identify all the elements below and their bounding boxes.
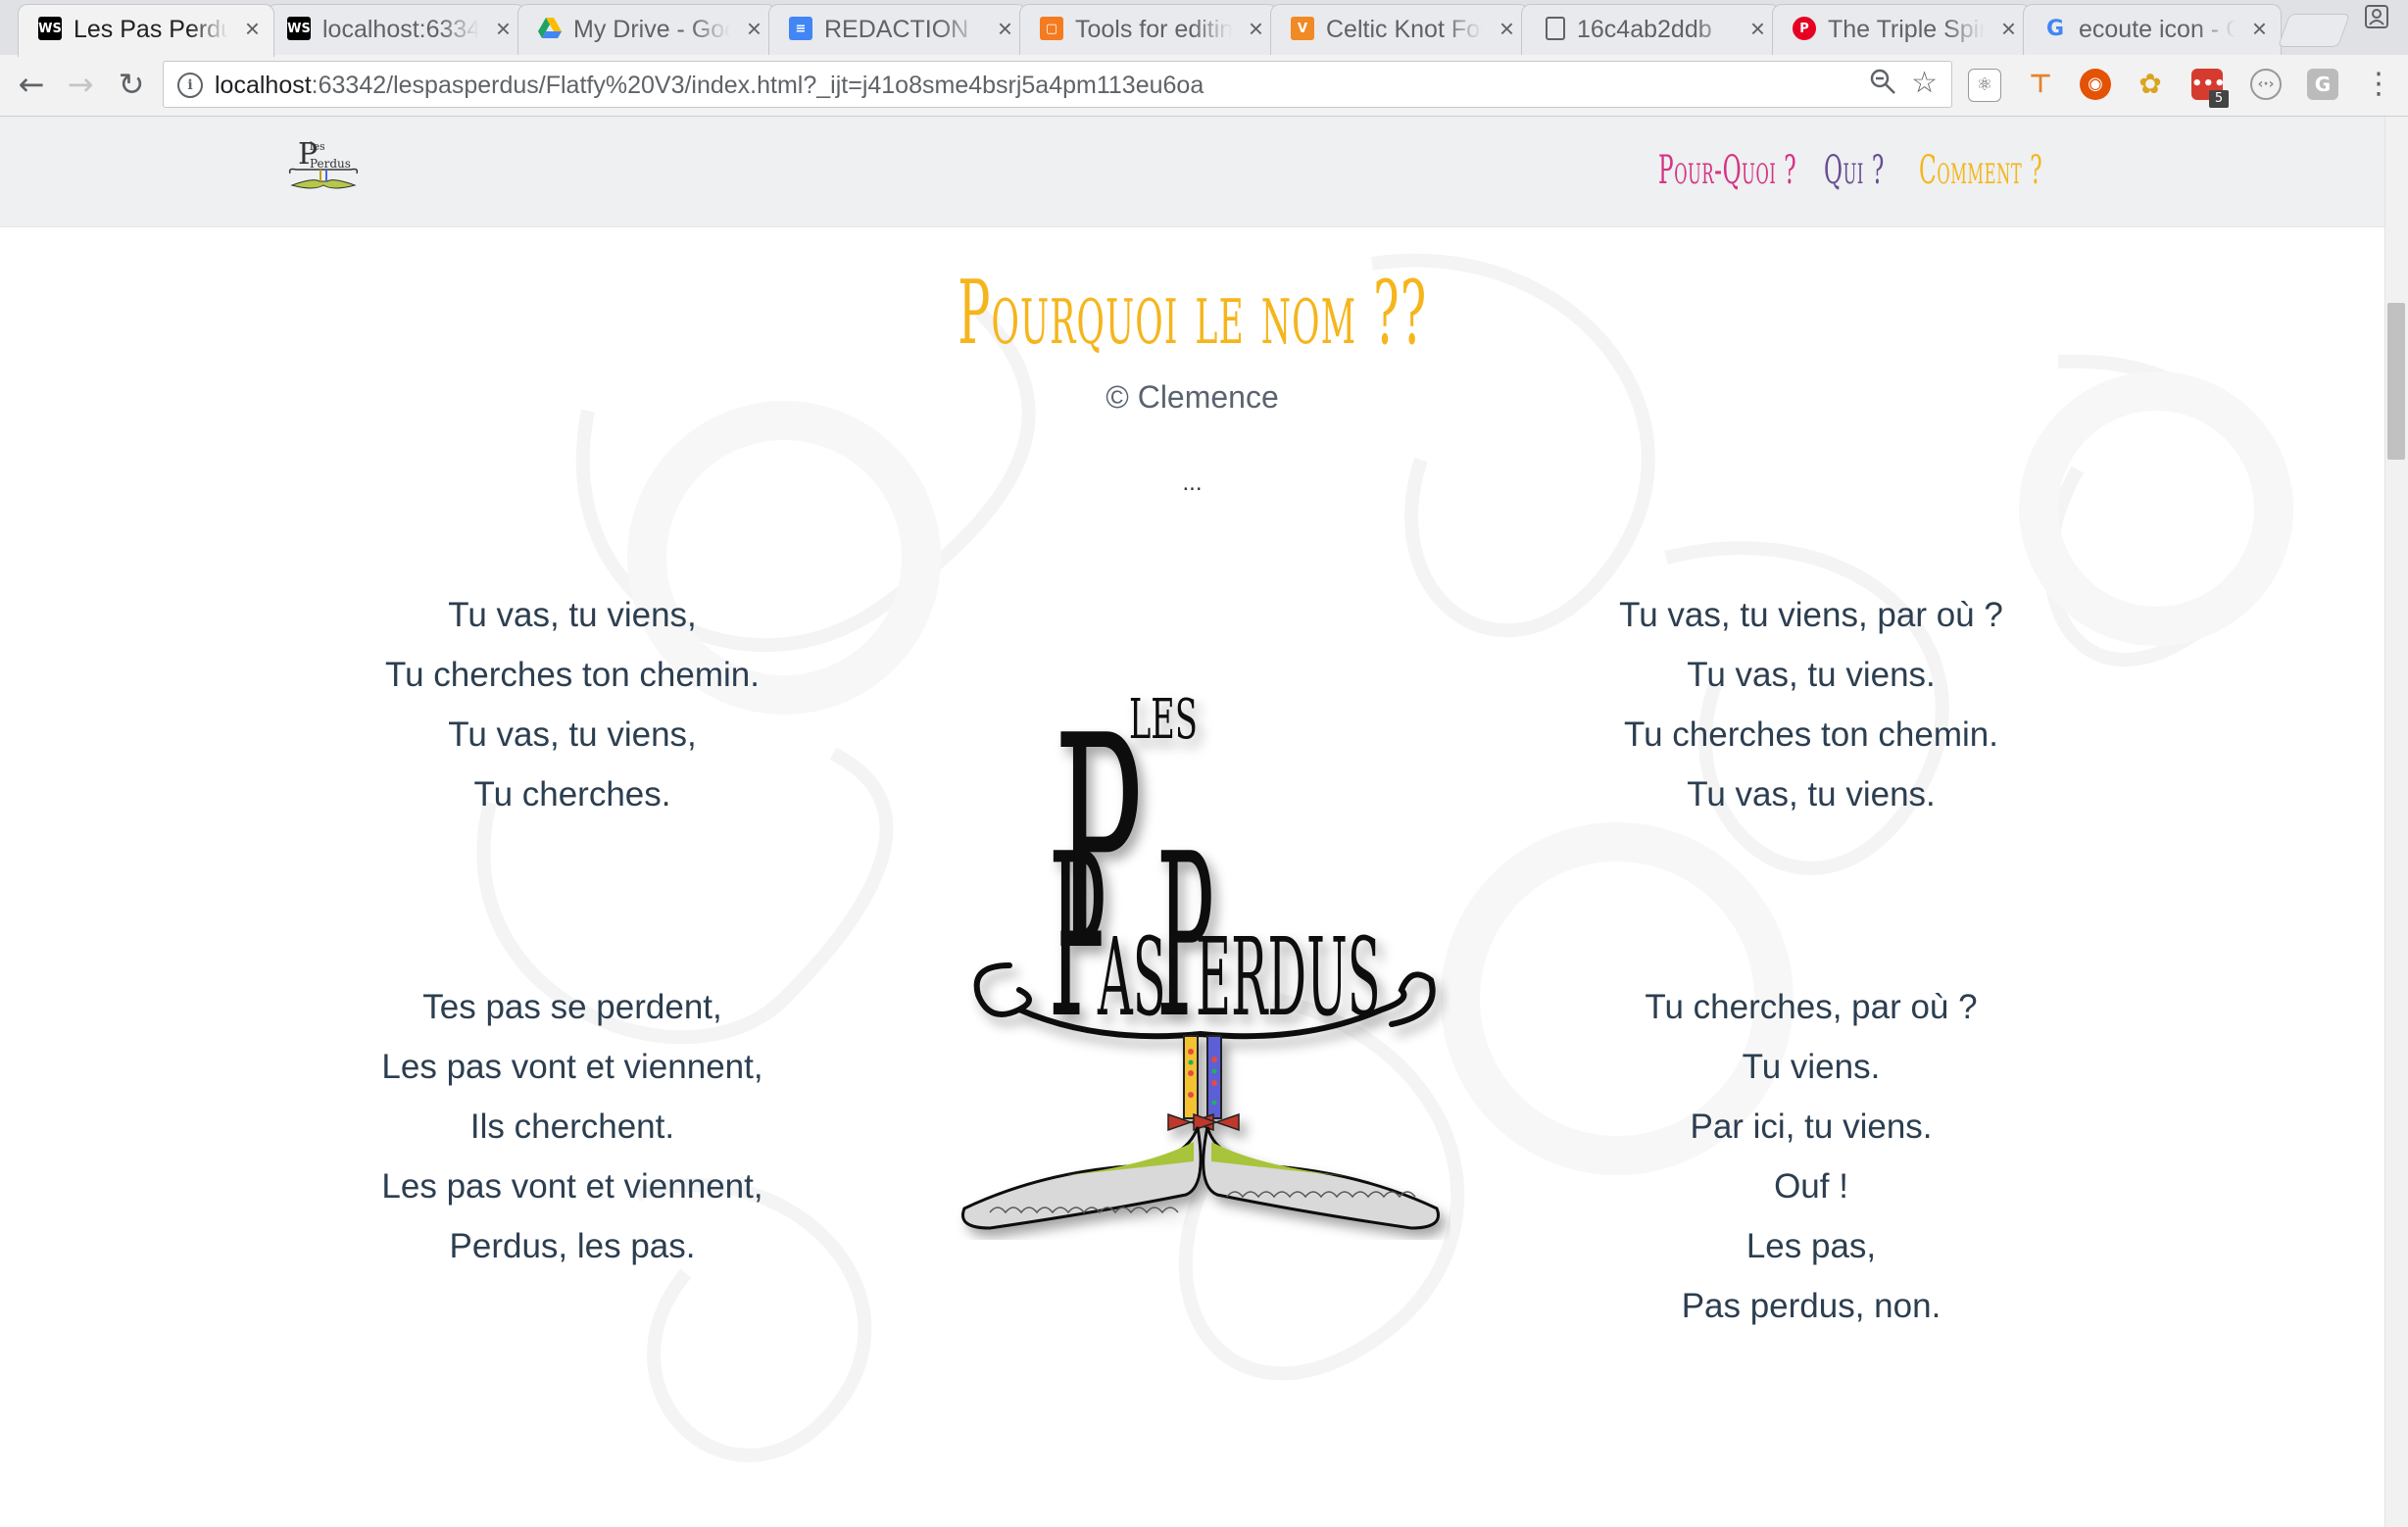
page-title: Pourquoi le nom ?? <box>0 262 2384 365</box>
webstorm-favicon-icon: WS <box>287 17 311 40</box>
site-info-icon[interactable]: i <box>177 73 203 98</box>
code-extension-icon[interactable]: ‹·› <box>2250 69 2282 100</box>
bookmark-star-icon[interactable]: ☆ <box>1911 66 1938 100</box>
v-favicon-icon: V <box>1291 17 1314 40</box>
ruler-extension-icon[interactable]: ⊤ <box>2025 69 2056 100</box>
poem-line: Tu viens. <box>1742 1048 1881 1086</box>
g-extension-icon[interactable]: G <box>2307 69 2338 100</box>
poem-line: Les pas vont et viennent, <box>381 1048 763 1086</box>
pinterest-icon: P <box>1793 17 1816 40</box>
tab-title: ecoute icon - Google <box>2079 16 2236 43</box>
forward-icon[interactable]: → <box>59 63 102 106</box>
tab-celtic-knot[interactable]: V Celtic Knot Font × <box>1270 4 1529 55</box>
close-tab-icon[interactable]: × <box>747 15 762 42</box>
poem-line: Les pas vont et viennent, <box>381 1167 763 1206</box>
tab-ecoute-icon[interactable]: G ecoute icon - Google × <box>2023 4 2282 55</box>
google-drive-icon <box>538 17 562 40</box>
poem-line: Tu vas, tu viens. <box>1687 775 1936 813</box>
svg-text:AS: AS <box>1097 915 1165 1041</box>
tab-tools-for-editing[interactable]: ▢ Tools for editing × <box>1019 4 1278 55</box>
tab-title: Les Pas Perdus <box>74 16 228 43</box>
ubuntu-extension-icon[interactable]: ◉ <box>2080 69 2111 100</box>
poem-line: Tu vas, tu viens, <box>448 596 697 634</box>
flower-extension-icon[interactable]: ✿ <box>2135 69 2166 100</box>
url-path: :63342/lespasperdus/Flatfy%20V3/index.ht… <box>311 72 1204 99</box>
svg-text:LES: LES <box>1129 687 1198 751</box>
nav-link-pour-quoi[interactable]: Pour-Quoi ? <box>1658 148 1796 193</box>
webstorm-favicon-icon: WS <box>38 17 62 40</box>
close-tab-icon[interactable]: × <box>1499 15 1514 42</box>
poem-stanza-right-bottom: Tu cherches, par où ? Tu viens. Par ici,… <box>1468 977 2154 1336</box>
poem-line: Tu cherches, par où ? <box>1645 988 1978 1026</box>
browser-tabstrip: WS Les Pas Perdus × WS localhost:63342 ×… <box>0 0 2408 57</box>
browser-menu-icon[interactable]: ⋮ <box>2364 67 2393 102</box>
poem-line: Tu vas, tu viens. <box>1687 656 1936 694</box>
poem-stanza-left-bottom: Tes pas se perdent, Les pas vont et vien… <box>229 977 915 1276</box>
svg-text:Perdus: Perdus <box>310 157 351 171</box>
poem-line: Perdus, les pas. <box>449 1227 696 1265</box>
browser-toolbar: ← → ↻ i localhost:63342/lespasperdus/Fla… <box>0 55 2408 117</box>
address-bar[interactable]: i localhost:63342/lespasperdus/Flatfy%20… <box>163 61 1952 108</box>
close-tab-icon[interactable]: × <box>496 15 511 42</box>
nav-link-qui[interactable]: Qui ? <box>1824 148 1885 193</box>
tab-localhost[interactable]: WS localhost:63342 × <box>267 4 525 55</box>
new-tab-button[interactable] <box>2277 14 2351 47</box>
site-navbar: P les Perdus Pour-Quoi ? Qui ? Comment ? <box>0 117 2384 227</box>
react-devtools-icon[interactable]: ⚛ <box>1968 69 2001 102</box>
credit-text: © Clemence <box>1106 379 1279 415</box>
poem-stanza-left-top: Tu vas, tu viens, Tu cherches ton chemin… <box>229 585 915 824</box>
site-logo[interactable]: P les Perdus <box>284 121 363 199</box>
google-docs-icon: ≡ <box>789 17 812 40</box>
poem-line: Tu cherches ton chemin. <box>1624 715 1998 754</box>
tab-title: localhost:63342 <box>322 16 479 43</box>
tab-redaction[interactable]: ≡ REDACTION × <box>768 4 1027 55</box>
poem-line: Tu vas, tu viens, <box>448 715 697 754</box>
poem-line: Tu cherches. <box>473 775 671 813</box>
back-icon[interactable]: ← <box>10 63 53 106</box>
tab-title: My Drive - Google Drive <box>573 16 730 43</box>
tab-triple-spiral[interactable]: P The Triple Spiral × <box>1772 4 2031 55</box>
poem-line: Tu vas, tu viens, par où ? <box>1619 596 2003 634</box>
tab-title: The Triple Spiral <box>1828 16 1985 43</box>
poem-line: Ouf ! <box>1774 1167 1848 1206</box>
les-pas-perdus-logo: P LES P AS P ERDUS <box>961 672 1440 1230</box>
url-host: localhost <box>215 72 312 99</box>
tab-my-drive[interactable]: My Drive - Google Drive × <box>517 4 776 55</box>
profile-icon[interactable] <box>2362 4 2391 33</box>
close-tab-icon[interactable]: × <box>2252 15 2267 42</box>
url-text[interactable]: localhost:63342/lespasperdus/Flatfy%20V3… <box>215 72 1204 100</box>
tab-les-pas-perdus[interactable]: WS Les Pas Perdus × <box>18 4 274 57</box>
close-tab-icon[interactable]: × <box>2001 15 2016 42</box>
tab-title: 16c4ab2ddb <box>1577 16 1712 43</box>
poem-line: Les pas, <box>1745 1227 1877 1265</box>
poem-line: Tes pas se perdent, <box>422 988 722 1026</box>
reload-icon[interactable]: ↻ <box>110 63 153 106</box>
scrollbar-thumb[interactable] <box>2387 303 2405 460</box>
poem-line: Par ici, tu viens. <box>1690 1108 1933 1146</box>
tools-favicon-icon: ▢ <box>1040 17 1063 40</box>
close-tab-icon[interactable]: × <box>245 15 260 42</box>
tab-file[interactable]: 16c4ab2ddb × <box>1521 4 1780 55</box>
tab-title: Tools for editing <box>1075 16 1232 43</box>
poem-line: Tu cherches ton chemin. <box>385 656 760 694</box>
ellipsis-text: ... <box>1182 469 1203 496</box>
page-title-text: Pourquoi le nom ?? <box>957 262 1428 365</box>
close-tab-icon[interactable]: × <box>1750 15 1765 42</box>
tab-title: Celtic Knot Font <box>1326 16 1483 43</box>
poem-stanza-right-top: Tu vas, tu viens, par où ? Tu vas, tu vi… <box>1468 585 2154 824</box>
tab-title: REDACTION <box>824 16 969 43</box>
google-icon: G <box>2045 16 2065 41</box>
svg-text:les: les <box>310 140 325 153</box>
nav-link-comment[interactable]: Comment ? <box>1919 148 2042 193</box>
close-tab-icon[interactable]: × <box>998 15 1012 42</box>
close-tab-icon[interactable]: × <box>1249 15 1263 42</box>
page-viewport: P les Perdus Pour-Quoi ? Qui ? Comment ?… <box>0 117 2384 1527</box>
zoom-icon[interactable] <box>1869 68 1896 102</box>
poem-line: Ils cherchent. <box>469 1108 675 1146</box>
extension-badge: 5 <box>2209 90 2229 108</box>
poem-line: Pas perdus, non. <box>1681 1287 1941 1325</box>
file-icon <box>1546 17 1565 40</box>
